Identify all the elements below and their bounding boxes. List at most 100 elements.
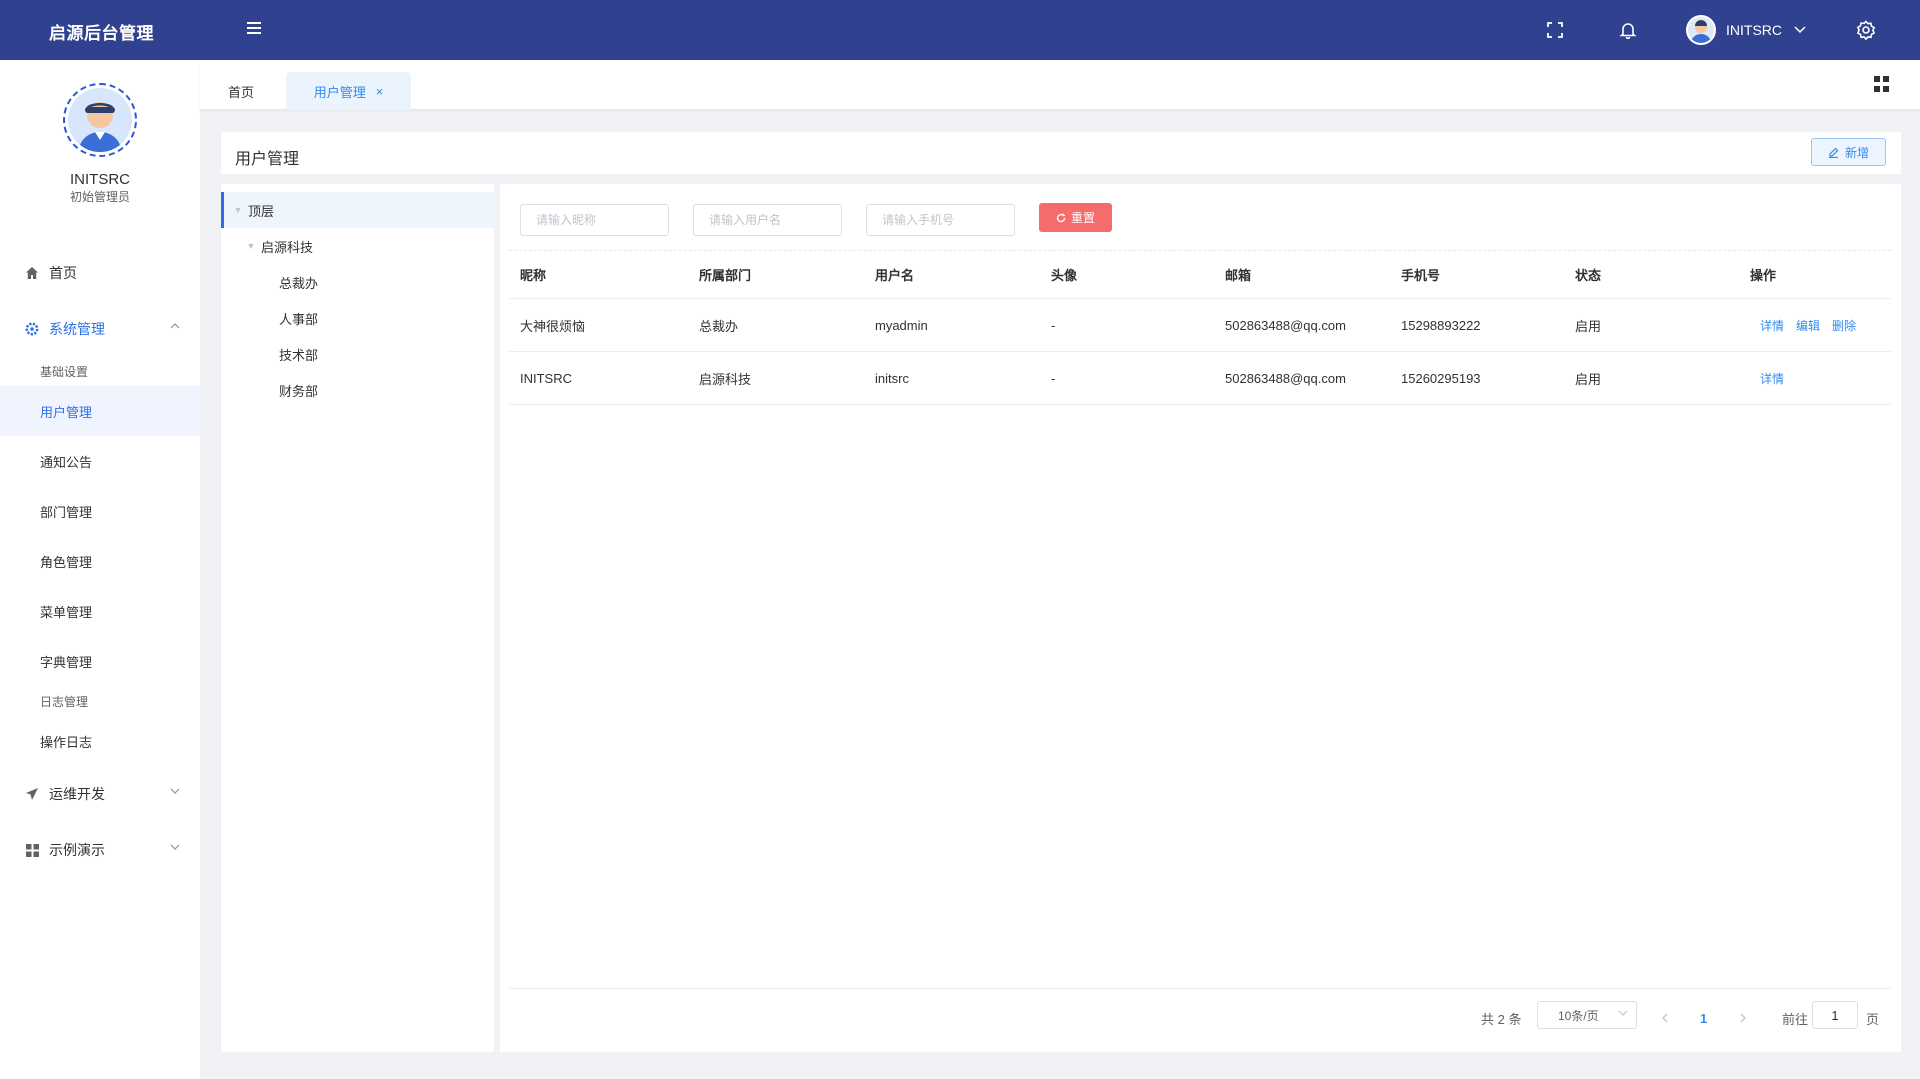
menu-toggle-icon[interactable] — [244, 19, 264, 39]
column-header: 所属部门 — [699, 268, 752, 283]
detail-link[interactable]: 详情 — [1760, 370, 1784, 387]
nav-system-label: 系统管理 — [49, 321, 105, 337]
phone-search-input[interactable] — [866, 204, 1015, 236]
sidebar-item-operation-logs[interactable]: 操作日志 — [0, 721, 200, 761]
tree-node-label: 启源科技 — [261, 239, 314, 255]
nav-devops-label: 运维开发 — [49, 786, 105, 802]
divider — [509, 988, 1891, 989]
chevron-down-icon — [170, 788, 180, 794]
app-title: 启源后台管理 — [49, 24, 154, 43]
next-page-icon[interactable] — [1740, 1003, 1747, 1033]
table-row: INITSRC 启源科技 initsrc - 502863488@qq.com … — [509, 352, 1891, 405]
tree-node-label: 顶层 — [248, 203, 275, 219]
reset-button[interactable]: 重置 — [1039, 203, 1112, 232]
cell-operations: 详情 编辑 删除 — [1760, 299, 1868, 351]
cell-username: myadmin — [875, 317, 928, 333]
tree-node-department[interactable]: 财务部 — [221, 372, 494, 408]
column-header: 邮箱 — [1225, 268, 1252, 283]
chevron-up-icon — [170, 323, 180, 329]
page-size-value: 10条/页 — [1558, 1008, 1599, 1023]
page-size-select[interactable]: 10条/页 — [1537, 1001, 1637, 1029]
home-icon — [24, 265, 40, 281]
add-button[interactable]: 新增 — [1811, 138, 1886, 166]
page-header: 用户管理 新增 — [221, 132, 1901, 174]
cell-phone: 15260295193 — [1401, 370, 1481, 386]
sidebar-item-logs[interactable]: 日志管理 — [0, 681, 200, 721]
cell-nickname: 大神很烦恼 — [520, 318, 586, 334]
column-header: 昵称 — [520, 268, 547, 283]
bell-icon[interactable] — [1616, 18, 1640, 42]
goto-label: 前往 — [1782, 1011, 1809, 1027]
user-table: 昵称 所属部门 用户名 头像 邮箱 手机号 状态 操作 大神很烦恼 总裁办 my… — [509, 250, 1891, 405]
tree-node-department[interactable]: 技术部 — [221, 336, 494, 372]
sidebar-item-departments[interactable]: 部门管理 — [0, 491, 200, 531]
sidebar-item-user-management[interactable]: 用户管理 — [0, 386, 200, 436]
column-header: 头像 — [1051, 268, 1078, 283]
tab-user-management[interactable]: 用户管理 × — [286, 72, 411, 110]
user-list-panel: 重置 昵称 所属部门 用户名 头像 邮箱 手机号 状态 操作 大神很烦恼 总裁办… — [500, 184, 1901, 1052]
tree-node-department[interactable]: 人事部 — [221, 300, 494, 336]
delete-link[interactable]: 删除 — [1832, 317, 1856, 334]
page-number[interactable]: 1 — [1700, 1003, 1707, 1033]
cell-department: 总裁办 — [699, 318, 739, 334]
table-header: 昵称 所属部门 用户名 头像 邮箱 手机号 状态 操作 — [509, 250, 1891, 299]
table-row: 大神很烦恼 总裁办 myadmin - 502863488@qq.com 152… — [509, 299, 1891, 352]
tree-node-department[interactable]: 总裁办 — [221, 264, 494, 300]
sidebar-item-basic-settings[interactable]: 基础设置 — [0, 351, 200, 391]
caret-down-icon: ▼ — [233, 205, 243, 215]
nav-devops[interactable]: 运维开发 — [0, 774, 200, 814]
cell-status: 启用 — [1575, 371, 1602, 387]
grid-icon — [24, 842, 40, 858]
column-header: 用户名 — [875, 268, 915, 283]
username-search-input[interactable] — [693, 204, 842, 236]
detail-link[interactable]: 详情 — [1760, 317, 1784, 334]
refresh-icon — [1056, 213, 1066, 222]
cell-email: 502863488@qq.com — [1225, 317, 1346, 333]
grid-menu-icon[interactable] — [1874, 76, 1890, 92]
profile-avatar — [63, 83, 137, 157]
user-name: INITSRC — [1726, 22, 1782, 38]
cell-email: 502863488@qq.com — [1225, 370, 1346, 386]
gear-icon — [24, 321, 40, 337]
sidebar: INITSRC 初始管理员 首页 系统管理 基础设置 用户管理 通知公告 部门管… — [0, 60, 200, 1079]
sidebar-item-menus[interactable]: 菜单管理 — [0, 591, 200, 631]
settings-icon[interactable] — [1854, 18, 1878, 42]
tab-home[interactable]: 首页 — [228, 72, 254, 110]
nav-demo-label: 示例演示 — [49, 842, 105, 858]
nav-demo[interactable]: 示例演示 — [0, 830, 200, 870]
reset-button-label: 重置 — [1070, 211, 1095, 225]
column-header: 操作 — [1750, 268, 1777, 283]
nav-home[interactable]: 首页 — [0, 253, 200, 293]
edit-icon — [1828, 147, 1839, 158]
column-header: 手机号 — [1401, 268, 1441, 283]
cell-avatar: - — [1051, 370, 1056, 386]
avatar — [1686, 15, 1716, 45]
chevron-down-icon — [1794, 26, 1806, 34]
profile-role: 初始管理员 — [69, 190, 130, 204]
prev-page-icon[interactable] — [1661, 1003, 1668, 1033]
page-title: 用户管理 — [235, 151, 300, 168]
profile-name: INITSRC — [70, 171, 130, 188]
chevron-down-icon — [170, 844, 180, 850]
cell-nickname: INITSRC — [520, 370, 572, 386]
cell-username: initsrc — [875, 370, 909, 386]
fullscreen-icon[interactable] — [1543, 18, 1567, 42]
cell-phone: 15298893222 — [1401, 317, 1481, 333]
user-menu[interactable]: INITSRC — [1686, 14, 1806, 46]
close-icon[interactable]: × — [376, 84, 384, 99]
goto-page-input[interactable] — [1812, 1001, 1858, 1029]
cell-department: 启源科技 — [699, 371, 752, 387]
page-unit-label: 页 — [1866, 1011, 1880, 1027]
sidebar-item-roles[interactable]: 角色管理 — [0, 541, 200, 581]
column-header: 状态 — [1575, 268, 1602, 283]
tree-node-company[interactable]: ▼ 启源科技 — [221, 228, 494, 264]
nav-system[interactable]: 系统管理 — [0, 309, 200, 349]
sidebar-item-notices[interactable]: 通知公告 — [0, 441, 200, 481]
tab-label: 用户管理 — [313, 84, 366, 100]
nickname-search-input[interactable] — [520, 204, 669, 236]
tree-node-root[interactable]: ▼ 顶层 — [221, 192, 494, 228]
nav-home-label: 首页 — [49, 265, 77, 281]
pagination-total: 共 2 条 — [1481, 1011, 1522, 1027]
edit-link[interactable]: 编辑 — [1796, 317, 1820, 334]
sidebar-item-dictionary[interactable]: 字典管理 — [0, 641, 200, 681]
